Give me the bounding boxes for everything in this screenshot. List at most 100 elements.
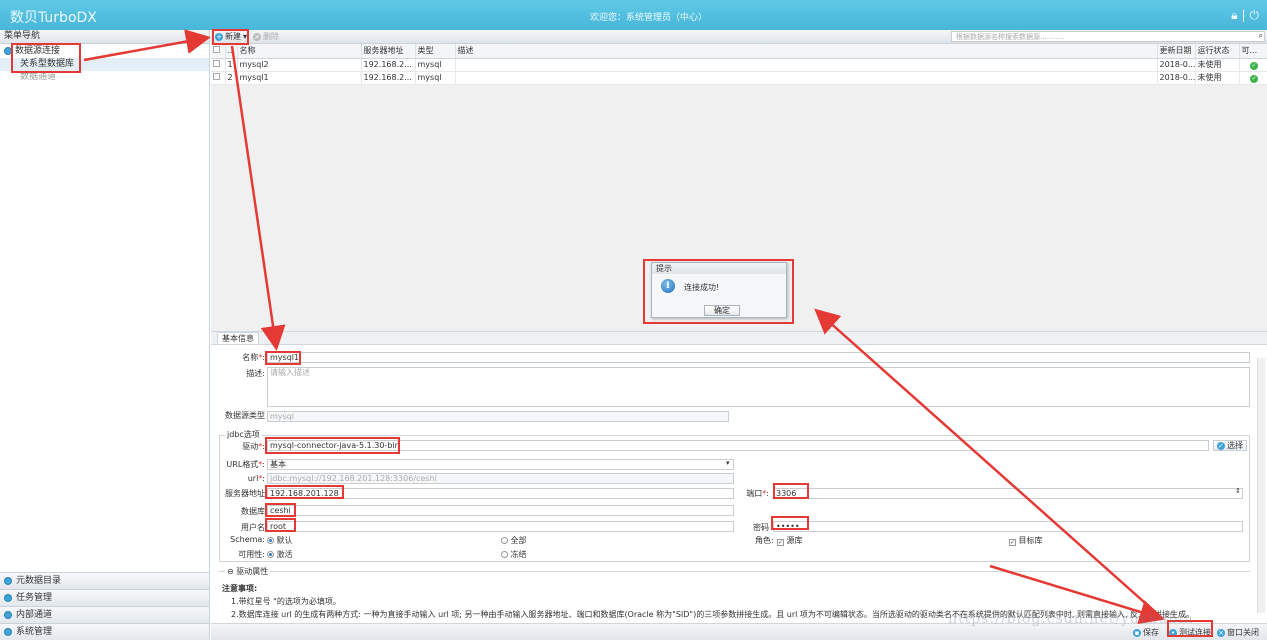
description-field[interactable]: 请输入描述 [267,367,1250,407]
url-format-select[interactable]: 基本 [267,459,734,470]
driver-props-toggle[interactable]: ⊖ 驱动属性 [225,566,271,577]
check-icon: ✓ [1250,61,1258,70]
delete-button-label: 删除 [263,32,280,41]
search-icon[interactable]: ⌕ [1259,31,1263,41]
sidebar-group-datasource[interactable]: 数据源连接 [0,44,209,58]
new-button-label: 新建 [225,32,241,41]
group-icon [4,611,12,619]
column-header[interactable]: 类型 [415,44,456,59]
sidebar-item-relational-db[interactable]: 关系型数据库 [0,58,209,71]
save-icon: ▪ [1133,628,1141,637]
database-label: 数据库 [241,507,265,516]
sidebar: 菜单导航 数据源连接 关系型数据库 数据通道 元数据目录 任务管理 内部通道 系… [0,30,210,640]
sidebar-group-label: 内部通道 [16,610,53,620]
separator-icon: | [1241,8,1246,22]
sidebar-group-label: 数据源连接 [15,46,61,56]
driver-props-fieldset [219,571,1250,572]
row-available: ✓ [1239,71,1267,85]
sidebar-group-internal-channel[interactable]: 内部通道 [0,606,209,623]
sidebar-title: 菜单导航 [0,30,209,44]
tab-basic-info[interactable]: 基本信息 [217,332,259,344]
sidebar-group-system[interactable]: 系统管理 [0,623,209,640]
database-field[interactable]: ceshi [267,505,734,516]
app-logo: 数贝TurboDX [10,10,97,26]
sidebar-group-label: 元数据目录 [16,576,62,586]
select-icon: ✓ [1217,441,1225,450]
table-row[interactable]: 1 mysql2 192.168.2... mysql 2018-0... 未使… [211,58,1267,72]
app-header: 数贝TurboDX 欢迎您：系统管理员（中心） 🔒︎ | ⏻ [0,0,1267,30]
datasource-form: 基本信息 名称*: mysql1 描述: 请输入描述 数据源类型 mysql j… [211,332,1267,640]
column-header[interactable]: 可... [1239,44,1267,59]
role-label: 角色: [755,536,774,545]
availability-frozen-radio[interactable]: 冻结 [501,549,527,560]
column-header[interactable]: 描述 [455,44,1158,59]
lock-icon[interactable]: 🔒︎ [1231,8,1237,23]
sidebar-group-metadata[interactable]: 元数据目录 [0,572,209,589]
column-header[interactable]: 服务器地址 [361,44,416,59]
driver-field[interactable]: mysql-connector-java-5.1.30-bin [267,440,1209,451]
password-label: 密码 [753,523,769,532]
close-label: 窗口关闭 [1227,628,1259,637]
ok-button[interactable]: 确定 [704,305,740,316]
check-icon: ✓ [1250,74,1258,83]
role-source-checkbox[interactable]: ✓ 源库 [777,535,803,546]
table-row[interactable]: 2 mysql1 192.168.2... mysql 2018-0... 未使… [211,71,1267,85]
watermark: https://blog.csdn.net/yuzhubin [948,611,1194,627]
username-label: 用户名 [241,523,265,532]
sidebar-group-label: 系统管理 [16,627,53,637]
group-icon [4,628,12,636]
server-address-field[interactable]: 192.168.201.128 [267,488,734,499]
link-icon: • [1169,628,1177,637]
row-name: mysql2 [237,58,362,72]
port-field[interactable]: 3306 [773,488,1243,499]
main-content: + 新建 ▾ × 删除 根据数据源名称搜索数据源........... ⌕ ..… [211,30,1267,640]
dropdown-icon: ▾ [243,32,248,41]
header-checkbox[interactable] [211,44,226,59]
availability-active-radio[interactable]: 激活 [267,549,293,560]
schema-all-radio[interactable]: 全部 [501,535,527,546]
password-field[interactable]: ••••• [773,521,1243,532]
sidebar-item-data-channel[interactable]: 数据通道 [0,71,209,84]
url-field: jdbc:mysql://192.168.201.128:3306/ceshi [267,473,734,484]
select-button-label: 选择 [1227,441,1243,450]
column-header[interactable]: 名称 [237,44,362,59]
row-available: ✓ [1239,58,1267,72]
role-target-checkbox[interactable]: ✓ 目标库 [1009,535,1043,546]
row-type: mysql [415,71,456,85]
schema-label: Schema: [230,535,265,544]
row-date: 2018-0... [1157,58,1196,72]
url-format-label: URL格式*: [226,460,265,469]
row-status: 未使用 [1195,71,1240,85]
welcome-text: 欢迎您：系统管理员（中心） [590,13,708,23]
close-icon: × [1217,628,1225,637]
search-input[interactable]: 根据数据源名称搜索数据源........... [951,31,1265,42]
delete-button[interactable]: × 删除 [253,31,279,42]
form-tab-bar: 基本信息 [211,332,1267,345]
server-label: 服务器地址 [225,489,265,498]
availability-label: 可用性: [238,550,265,559]
column-header[interactable]: 更新日期 [1157,44,1196,59]
group-icon [4,577,12,585]
row-index: 2 [225,71,238,85]
row-type: mysql [415,58,456,72]
column-header[interactable]: 运行状态 [1195,44,1240,59]
save-button[interactable]: ▪ 保存 [1133,627,1159,638]
row-checkbox[interactable] [211,58,226,72]
jdbc-legend: jdbc选项 [225,429,262,440]
select-driver-button[interactable]: ✓ 选择 [1213,440,1247,451]
chevron-down-icon[interactable]: ▾ [726,459,730,467]
alert-dialog: 提示 i 连接成功! 确定 [651,262,787,318]
name-field[interactable]: mysql1 [267,352,1250,363]
sidebar-group-tasks[interactable]: 任务管理 [0,589,209,606]
stepper-icon[interactable]: ⇕ [1235,487,1241,495]
row-desc [455,71,1158,85]
close-window-button[interactable]: × 窗口关闭 [1217,627,1259,638]
new-button[interactable]: + 新建 ▾ [215,31,247,42]
username-field[interactable]: root [267,521,734,532]
schema-default-radio[interactable]: 默认 [267,535,293,546]
row-checkbox[interactable] [211,71,226,85]
test-connection-button[interactable]: • 测试连接 [1169,627,1211,638]
power-icon[interactable]: ⏻ [1250,8,1260,23]
form-scrollbar[interactable] [1257,358,1265,613]
save-label: 保存 [1143,628,1159,637]
